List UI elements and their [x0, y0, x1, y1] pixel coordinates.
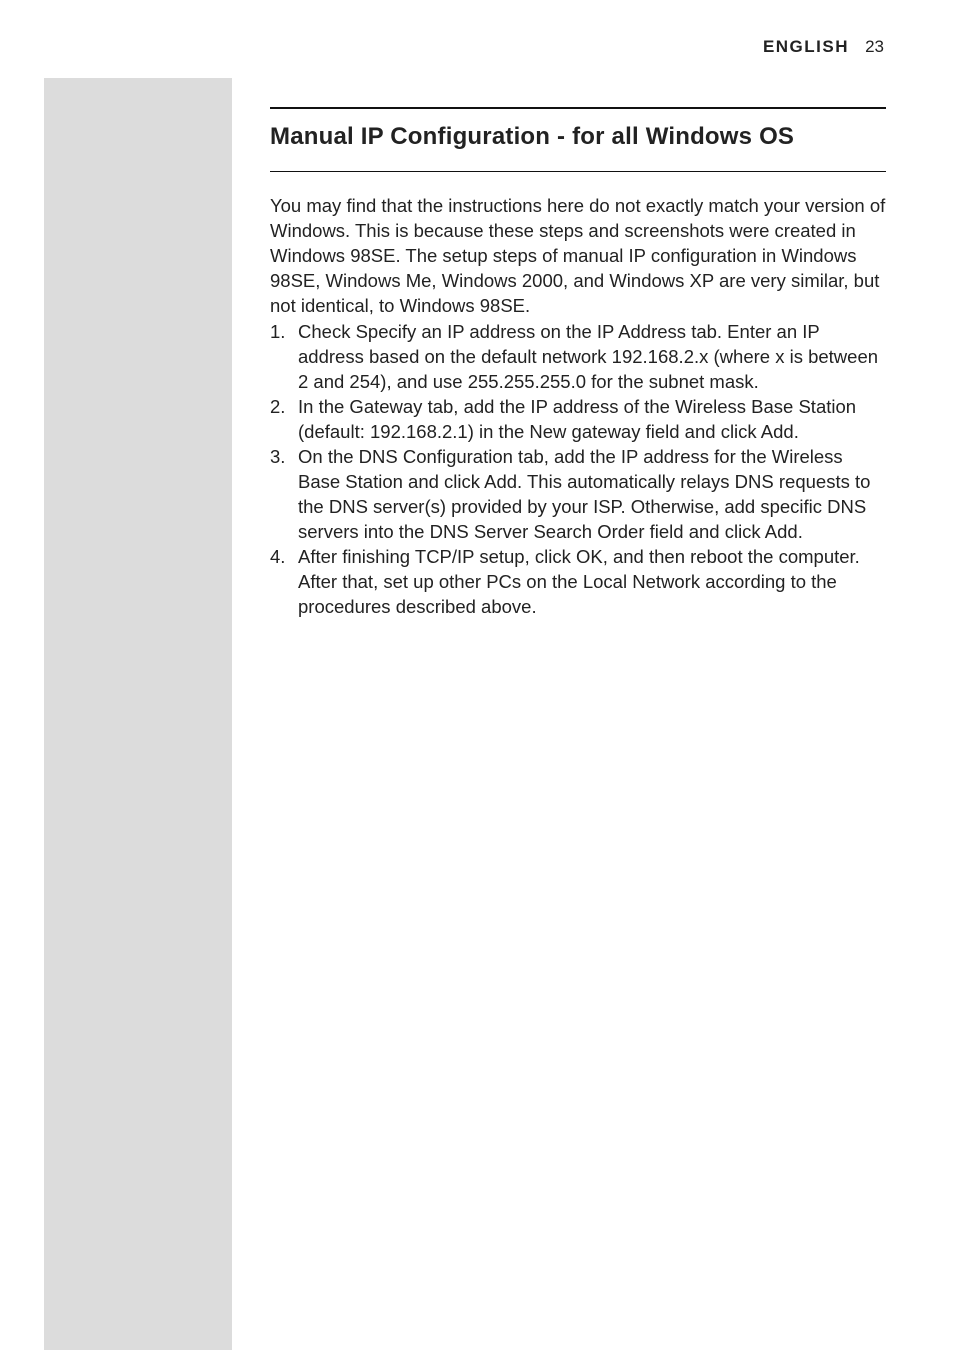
step-number: 1.: [270, 320, 298, 395]
page-number: 23: [865, 37, 884, 57]
step-number: 3.: [270, 445, 298, 545]
step-item: 1. Check Specify an IP address on the IP…: [270, 320, 886, 395]
step-item: 3. On the DNS Configuration tab, add the…: [270, 445, 886, 545]
steps-list: 1. Check Specify an IP address on the IP…: [270, 320, 886, 620]
step-text: On the DNS Configuration tab, add the IP…: [298, 445, 886, 545]
intro-paragraph: You may find that the instructions here …: [270, 194, 886, 319]
section-title: Manual IP Configuration - for all Window…: [270, 123, 886, 151]
step-text: Check Specify an IP address on the IP Ad…: [298, 320, 886, 395]
header-language: ENGLISH: [763, 37, 849, 57]
step-text: After finishing TCP/IP setup, click OK, …: [298, 545, 886, 620]
step-item: 2. In the Gateway tab, add the IP addres…: [270, 395, 886, 445]
rule-thin: [270, 171, 886, 172]
page-content: Manual IP Configuration - for all Window…: [270, 107, 886, 619]
rule-heavy: [270, 107, 886, 109]
step-item: 4. After finishing TCP/IP setup, click O…: [270, 545, 886, 620]
step-number: 2.: [270, 395, 298, 445]
sidebar-margin: [44, 78, 232, 1350]
step-number: 4.: [270, 545, 298, 620]
step-text: In the Gateway tab, add the IP address o…: [298, 395, 886, 445]
